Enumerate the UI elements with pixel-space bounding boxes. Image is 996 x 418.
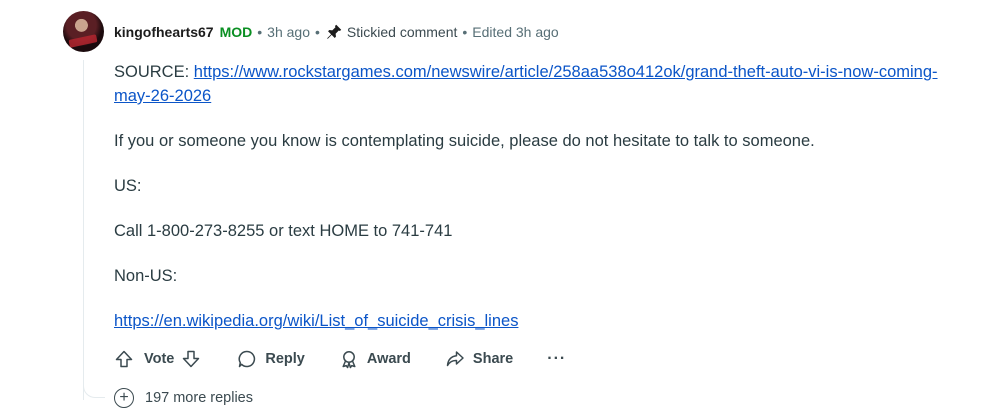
share-button[interactable]: Share [445,349,513,369]
stickied-label: Stickied comment [346,24,458,40]
arrow-down-icon [183,350,200,368]
reply-label: Reply [265,351,305,367]
share-arrow-icon [446,351,464,367]
award-ribbon-icon [342,351,356,369]
edited-label: Edited 3h ago [472,24,559,40]
us-contact: Call 1-800-273-8255 or text HOME to 741-… [114,222,453,240]
separator: • [315,24,320,40]
upvote-button[interactable] [114,349,134,369]
award-button[interactable]: Award [339,349,411,369]
speech-bubble-icon [238,350,256,368]
pin-icon [325,23,343,41]
more-options-button[interactable]: ··· [547,350,566,368]
comment-meta: kingofhearts67 MOD • 3h ago • Stickied c… [114,22,559,42]
arrow-up-icon [115,350,133,368]
downvote-button[interactable] [181,349,201,369]
award-label: Award [366,351,411,367]
timestamp[interactable]: 3h ago [267,24,310,40]
message-paragraph: If you or someone you know is contemplat… [114,132,815,150]
share-label: Share [472,351,514,367]
comment-actions: Vote Reply Award Share ··· [114,346,566,372]
more-replies[interactable]: + 197 more replies [114,387,253,409]
source-paragraph: SOURCE: https://www.rockstargames.com/ne… [114,60,944,108]
crisis-lines-link[interactable]: https://en.wikipedia.org/wiki/List_of_su… [114,312,518,330]
avatar[interactable] [63,11,104,52]
source-link[interactable]: https://www.rockstargames.com/newswire/a… [114,63,938,105]
thread-connector [83,380,105,398]
more-replies-label: 197 more replies [145,390,253,406]
vote-group: Vote [114,349,201,369]
vote-label: Vote [144,351,175,367]
separator: • [257,24,263,40]
plus-circle-icon: + [114,388,134,408]
thread-line [83,60,84,400]
separator: • [462,24,468,40]
link-paragraph: https://en.wikipedia.org/wiki/List_of_su… [114,309,944,333]
username[interactable]: kingofhearts67 [114,24,214,40]
source-prefix: SOURCE: [114,63,194,81]
non-us-label: Non-US: [114,267,178,285]
mod-badge: MOD [219,24,253,40]
reply-button[interactable]: Reply [237,349,305,369]
avatar-image-detail [68,34,98,48]
us-label: US: [114,177,142,195]
comment-body: SOURCE: https://www.rockstargames.com/ne… [114,60,944,354]
